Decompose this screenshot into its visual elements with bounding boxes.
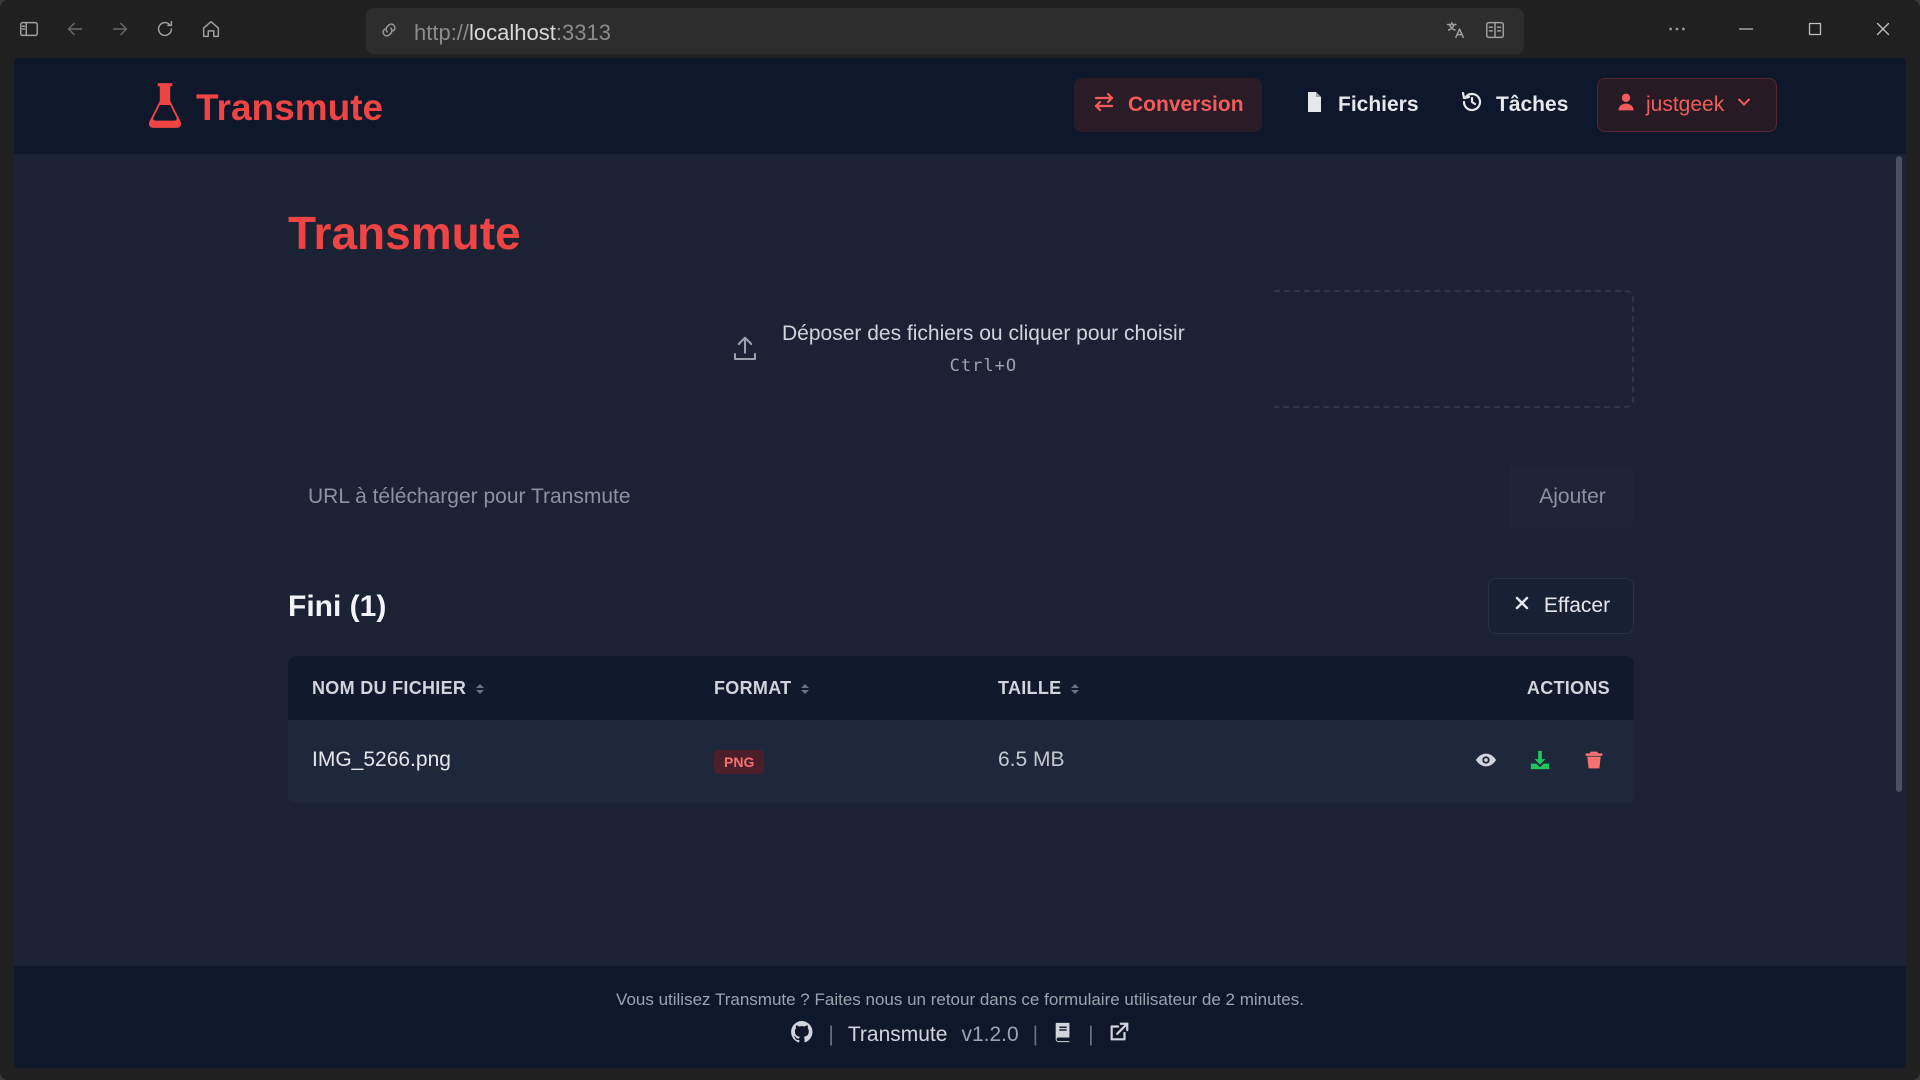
history-icon bbox=[1460, 90, 1484, 120]
file-dropzone[interactable]: Déposer des fichiers ou cliquer pour cho… bbox=[288, 290, 1634, 408]
footer-links: | Transmute v1.2.0 | | bbox=[14, 1020, 1906, 1050]
nav-taches-label: Tâches bbox=[1496, 93, 1569, 116]
brand-name: Transmute bbox=[196, 86, 384, 128]
top-navbar: Transmute Conversion Fichiers Tâches jus… bbox=[14, 58, 1906, 154]
footer-separator: | bbox=[1088, 1023, 1094, 1046]
feedback-note[interactable]: Vous utilisez Transmute ? Faites nous un… bbox=[14, 990, 1906, 1010]
dropzone-border bbox=[1274, 290, 1634, 408]
book-icon[interactable] bbox=[1052, 1021, 1074, 1049]
nav-fichiers-label: Fichiers bbox=[1338, 93, 1419, 116]
table-header: NOM DU FICHIER FORMAT TAILLE ACTIONS bbox=[288, 656, 1634, 720]
trash-icon[interactable] bbox=[1580, 746, 1608, 774]
user-name: justgeek bbox=[1646, 93, 1725, 116]
column-header-size[interactable]: TAILLE bbox=[998, 678, 1080, 699]
table-row: IMG_5266.png PNG 6.5 MB bbox=[288, 720, 1634, 802]
close-window-icon[interactable] bbox=[1868, 14, 1898, 44]
github-icon[interactable] bbox=[790, 1020, 814, 1050]
sort-icon bbox=[801, 683, 810, 694]
column-header-size-label: TAILLE bbox=[998, 678, 1062, 698]
column-header-actions-label: ACTIONS bbox=[1526, 678, 1610, 698]
page-title: Transmute bbox=[288, 207, 521, 259]
footer: Vous utilisez Transmute ? Faites nous un… bbox=[14, 966, 1906, 1068]
reader-view-icon[interactable] bbox=[1484, 19, 1506, 46]
dropzone-shortcut: Ctrl+O bbox=[949, 356, 1018, 376]
brand-link[interactable]: Transmute bbox=[148, 80, 383, 135]
files-table: NOM DU FICHIER FORMAT TAILLE ACTIONS IMG… bbox=[288, 656, 1634, 804]
upload-icon bbox=[730, 334, 760, 369]
page-viewport: Transmute Conversion Fichiers Tâches jus… bbox=[14, 58, 1906, 1068]
address-url: http://localhost:3313 bbox=[414, 20, 611, 45]
user-menu-button[interactable]: justgeek bbox=[1597, 78, 1777, 132]
flask-icon bbox=[148, 80, 182, 135]
nav-fichiers[interactable]: Fichiers bbox=[1284, 78, 1437, 132]
nav-taches[interactable]: Tâches bbox=[1442, 78, 1586, 132]
nav-conversion[interactable]: Conversion bbox=[1074, 78, 1262, 132]
site-info-icon[interactable] bbox=[378, 19, 400, 46]
footer-version: v1.2.0 bbox=[961, 1023, 1019, 1046]
clear-button-label: Effacer bbox=[1543, 594, 1611, 617]
chevron-down-icon bbox=[1734, 92, 1754, 118]
minimize-icon[interactable] bbox=[1731, 14, 1761, 44]
page-scrollbar[interactable] bbox=[1896, 156, 1902, 792]
close-icon bbox=[1512, 593, 1532, 619]
eye-icon[interactable] bbox=[1472, 746, 1500, 774]
more-options-icon[interactable] bbox=[1662, 14, 1692, 44]
column-header-actions: ACTIONS bbox=[1527, 678, 1610, 699]
column-header-format-label: FORMAT bbox=[714, 678, 792, 698]
browser-toolbar: http://localhost:3313 bbox=[0, 0, 1920, 58]
sidebar-toggle-icon[interactable] bbox=[14, 14, 44, 44]
dropzone-text: Déposer des fichiers ou cliquer pour cho… bbox=[782, 322, 1185, 345]
column-header-format[interactable]: FORMAT bbox=[714, 678, 810, 699]
reload-icon[interactable] bbox=[150, 14, 180, 44]
url-download-row: Ajouter bbox=[288, 466, 1634, 528]
user-icon bbox=[1616, 91, 1636, 119]
sort-icon bbox=[476, 683, 485, 694]
address-bar[interactable]: http://localhost:3313 bbox=[366, 8, 1524, 54]
clear-button[interactable]: Effacer bbox=[1488, 578, 1634, 634]
add-url-button[interactable]: Ajouter bbox=[1510, 466, 1634, 528]
url-input[interactable] bbox=[288, 466, 1508, 528]
translate-icon[interactable] bbox=[1444, 19, 1466, 46]
file-size-cell: 6.5 MB bbox=[998, 748, 1065, 771]
home-icon[interactable] bbox=[196, 14, 226, 44]
external-link-icon[interactable] bbox=[1108, 1021, 1130, 1049]
nav-conversion-label: Conversion bbox=[1128, 93, 1244, 116]
footer-separator: | bbox=[1032, 1023, 1039, 1046]
file-name-cell: IMG_5266.png bbox=[312, 748, 451, 771]
footer-separator: | bbox=[828, 1023, 834, 1046]
arrows-exchange-icon bbox=[1092, 90, 1116, 120]
browser-window: http://localhost:3313 Transmute Conversi… bbox=[0, 0, 1920, 1080]
back-icon[interactable] bbox=[60, 14, 90, 44]
maximize-icon[interactable] bbox=[1800, 14, 1830, 44]
finished-section-title: Fini (1) bbox=[288, 590, 387, 623]
file-icon bbox=[1302, 90, 1326, 120]
format-badge: PNG bbox=[714, 750, 765, 774]
download-icon[interactable] bbox=[1526, 746, 1554, 774]
column-header-filename[interactable]: NOM DU FICHIER bbox=[312, 678, 485, 699]
footer-app-name: Transmute bbox=[847, 1023, 948, 1046]
sort-icon bbox=[1071, 683, 1080, 694]
column-header-filename-label: NOM DU FICHIER bbox=[312, 678, 467, 698]
forward-icon[interactable] bbox=[105, 14, 135, 44]
